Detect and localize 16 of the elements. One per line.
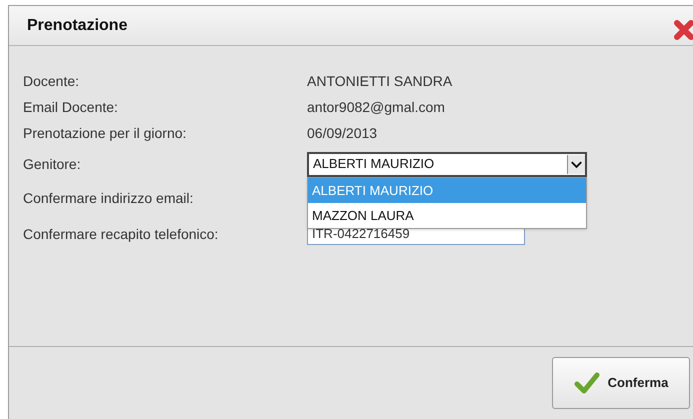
confirm-button[interactable]: Conferma [552,357,690,409]
field-label: Confermare indirizzo email: [23,188,194,208]
close-icon[interactable] [673,19,693,41]
parent-dropdown[interactable]: ALBERTI MAURIZIO [307,152,587,176]
field-label: Email Docente: [23,98,119,116]
checkmark-icon [574,371,600,395]
window-title: Prenotazione [27,16,128,36]
caret-icon[interactable] [567,154,585,174]
field-value: antor9082@gmal.com [307,98,445,117]
field-value: 06/09/2013 [307,124,378,142]
field-label: Confermare recapito telefonico: [23,224,220,244]
field-label: Genitore: [23,154,82,174]
field-label: Docente: [23,72,80,90]
field-label: Prenotazione per il giorno: [23,124,188,143]
field-value: ANTONIETTI SANDRA [307,72,452,90]
dropdown-option[interactable]: MAZZON LAURA [308,203,586,228]
